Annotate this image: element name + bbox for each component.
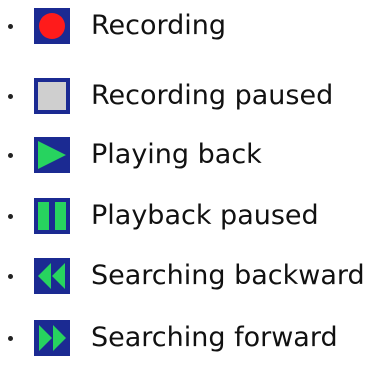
pause-icon: [34, 198, 70, 234]
legend-label: Playback paused: [91, 200, 319, 231]
legend-label: Playing back: [91, 139, 262, 170]
fast-forward-icon: [34, 320, 70, 356]
bullet: [8, 23, 13, 29]
legend-item-recording: Recording: [0, 6, 226, 46]
play-icon: [34, 137, 70, 173]
legend-label: Searching forward: [91, 322, 338, 353]
legend-label: Recording: [91, 10, 227, 41]
legend-item-searching-backward: Searching backward: [0, 256, 365, 296]
legend-item-recording-paused: Recording paused: [0, 76, 333, 116]
bullet: [8, 152, 13, 158]
legend-item-searching-forward: Searching forward: [0, 318, 338, 358]
legend-item-playback-paused: Playback paused: [0, 196, 319, 236]
legend-item-playing-back: Playing back: [0, 135, 262, 175]
status-legend: Recording Recording paused Playing back …: [0, 0, 367, 377]
bullet: [8, 213, 13, 219]
legend-label: Recording paused: [91, 80, 334, 111]
rewind-icon: [34, 258, 70, 294]
bullet: [8, 335, 13, 341]
bullet: [8, 273, 13, 279]
record-paused-icon: [34, 78, 70, 114]
record-icon: [34, 8, 70, 44]
legend-label: Searching backward: [91, 260, 365, 291]
bullet: [8, 93, 13, 99]
